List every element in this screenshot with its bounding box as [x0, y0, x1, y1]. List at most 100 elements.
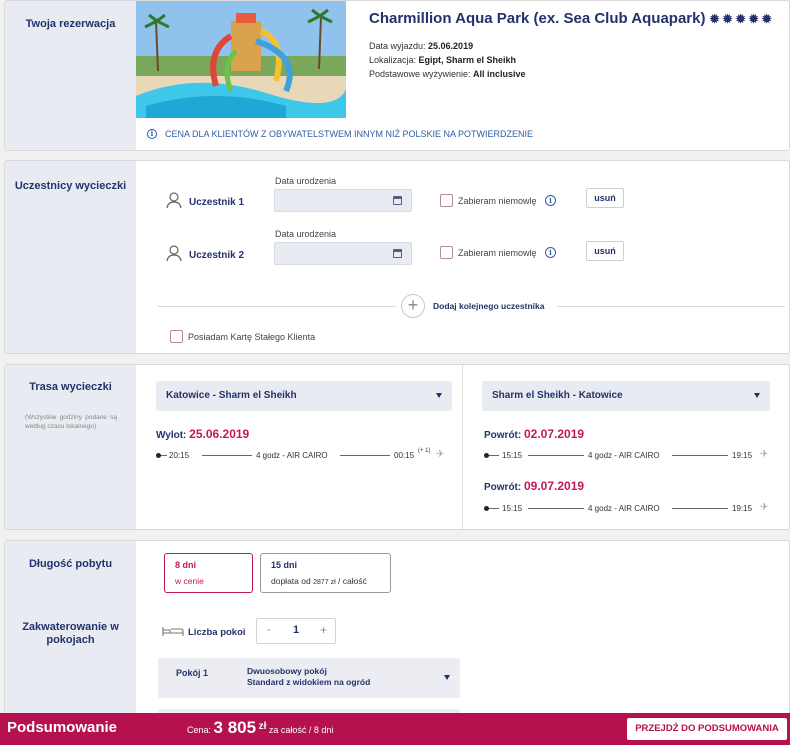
route-side-title: Trasa wycieczki	[29, 381, 112, 393]
reservation-section: Twoja rezerwacja Charmillion Aqua Park (…	[4, 0, 790, 151]
stay-option-15-title: 15 dni	[271, 560, 298, 570]
summary-price: Cena: 3 805 zł za całość / 8 dni	[187, 718, 334, 737]
return-flight-1-timeline[interactable]: 15:15 4 godz - AIR CAIRO 19:15 ✈	[484, 449, 784, 461]
location: Lokalizacja: Egipt, Sharm el Sheikh	[369, 55, 517, 65]
plane-icon: ✈	[760, 449, 769, 460]
rooms-increment-button[interactable]: +	[320, 623, 327, 637]
participant-2-dob-label: Data urodzenia	[275, 229, 337, 239]
stay-side-title: Długość pobytu	[28, 558, 113, 570]
info-icon[interactable]: i	[147, 129, 157, 139]
outbound-arrive-suffix: (+ 1)	[418, 448, 431, 454]
return-pane: Sharm el Sheikh - Katowice Powrót: 02.07…	[464, 365, 789, 529]
hotel-stars: ✹✹✹✹✹	[709, 12, 774, 26]
info-icon[interactable]: i	[545, 195, 556, 206]
bed-icon	[162, 627, 184, 636]
return-flight-2-arrive: 19:15	[732, 504, 753, 513]
outbound-depart-time: 20:15	[169, 451, 190, 460]
participant-1-infant-label[interactable]: Zabieram niemowlę	[458, 196, 537, 206]
rooms-count-value: 1	[293, 624, 300, 636]
stay-sidebar: Długość pobytu Zakwaterowanie w pokojach	[5, 541, 136, 719]
outbound-arrive-time: 00:15	[394, 451, 415, 460]
participant-2-remove-button[interactable]: usuń	[586, 241, 624, 261]
return-route-select[interactable]: Sharm el Sheikh - Katowice	[482, 381, 770, 411]
participants-sidebar: Uczestnicy wycieczki	[5, 161, 136, 353]
stay-option-15-subtitle: dopłata od 2877 zł / całość	[271, 576, 367, 586]
sun-icon: ✹	[761, 12, 775, 26]
return-flight-1-arrive: 19:15	[732, 451, 753, 460]
participant-1-dob-label: Data urodzenia	[275, 176, 337, 186]
participant-1-infant-checkbox[interactable]	[440, 194, 453, 207]
divider	[557, 306, 785, 307]
outbound-route-value: Katowice - Sharm el Sheikh	[166, 390, 297, 401]
outbound-flight-info: 4 godz - AIR CAIRO	[256, 451, 328, 460]
stay-option-8-subtitle: w cenie	[175, 576, 204, 586]
plane-icon: ✈	[760, 502, 769, 513]
rooms-decrement-button[interactable]: -	[267, 624, 271, 636]
participants-section: Uczestnicy wycieczki Uczestnik 1 Data ur…	[4, 160, 790, 354]
stay-option-8-days[interactable]: 8 dni w cenie	[164, 553, 253, 593]
return-flight-2-label[interactable]: Powrót: 09.07.2019	[484, 479, 584, 493]
hotel-photo[interactable]	[136, 1, 346, 118]
outbound-flight-label: Wylot: 25.06.2019	[156, 427, 250, 441]
return-flight-2-depart: 15:15	[502, 504, 523, 513]
summary-price-amount: 3 805	[213, 718, 257, 737]
rooms-count-label: Liczba pokoi	[188, 627, 246, 638]
return-flight-2-info: 4 godz - AIR CAIRO	[588, 504, 660, 513]
stay-section: Długość pobytu Zakwaterowanie w pokojach…	[4, 540, 790, 720]
summary-bar: Podsumowanie Cena: 3 805 zł za całość / …	[0, 713, 790, 745]
citizenship-notice: i CENA DLA KLIENTÓW Z OBYWATELSTWEM INNY…	[147, 129, 533, 139]
add-participant-plus-icon[interactable]: +	[401, 294, 425, 318]
sun-icon: ✹	[748, 12, 762, 26]
return-route-value: Sharm el Sheikh - Katowice	[492, 390, 623, 401]
dropdown-arrow-icon	[436, 393, 442, 398]
loyalty-card-checkbox[interactable]	[170, 330, 183, 343]
info-icon[interactable]: i	[545, 247, 556, 258]
reservation-side-title: Twoja rezerwacja	[25, 18, 116, 30]
hotel-name-text: Charmillion Aqua Park (ex. Sea Club Aqua…	[369, 10, 706, 27]
participant-1-remove-button[interactable]: usuń	[586, 188, 624, 208]
route-sidebar: Trasa wycieczki (Wszystkie godziny podan…	[5, 365, 136, 529]
rooms-count-stepper[interactable]: - 1 +	[256, 618, 336, 644]
participant-2-label: Uczestnik 2	[189, 250, 245, 261]
participants-side-title: Uczestnicy wycieczki	[14, 180, 127, 192]
sun-icon: ✹	[709, 12, 723, 26]
outbound-timeline[interactable]: 20:15 4 godz - AIR CAIRO 00:15 (+ 1) ✈	[156, 448, 456, 461]
return-flight-1-depart: 15:15	[502, 451, 523, 460]
participant-2-infant-label[interactable]: Zabieram niemowlę	[458, 248, 537, 258]
route-section: Trasa wycieczki (Wszystkie godziny podan…	[4, 364, 790, 530]
hotel-name[interactable]: Charmillion Aqua Park (ex. Sea Club Aqua…	[369, 10, 775, 27]
outbound-route-select[interactable]: Katowice - Sharm el Sheikh	[156, 381, 452, 411]
dropdown-arrow-icon	[444, 675, 450, 680]
add-participant-button[interactable]: Dodaj kolejnego uczestnika	[433, 301, 544, 311]
loyalty-card-label[interactable]: Posiadam Kartę Stałego Klienta	[188, 332, 315, 342]
departure-date: Data wyjazdu: 25.06.2019	[369, 41, 474, 51]
citizenship-notice-text: CENA DLA KLIENTÓW Z OBYWATELSTWEM INNYM …	[165, 129, 534, 139]
calendar-icon[interactable]	[393, 249, 402, 258]
booking-page: Twoja rezerwacja Charmillion Aqua Park (…	[0, 0, 790, 745]
participant-1-dob-input[interactable]	[274, 189, 412, 212]
participant-2-dob-input[interactable]	[274, 242, 412, 265]
reservation-sidebar: Twoja rezerwacja	[5, 1, 136, 150]
stay-option-8-title: 8 dni	[175, 560, 197, 570]
return-flight-1-label[interactable]: Powrót: 02.07.2019	[484, 427, 584, 441]
room-1-type-line2: Standard z widokiem na ogród	[247, 677, 371, 687]
person-icon	[166, 245, 182, 262]
stay-option-15-days[interactable]: 15 dni dopłata od 2877 zł / całość	[260, 553, 391, 593]
calendar-icon[interactable]	[393, 196, 402, 205]
return-flight-2-timeline[interactable]: 15:15 4 godz - AIR CAIRO 19:15 ✈	[484, 502, 784, 514]
return-flight-1-info: 4 godz - AIR CAIRO	[588, 451, 660, 460]
rooms-side-title: Zakwaterowanie w pokojach	[22, 621, 119, 646]
dropdown-arrow-icon	[754, 393, 760, 398]
room-1-type-select[interactable]: Pokój 1 Dwuosobowy pokój Standard z wido…	[158, 658, 460, 698]
board-type: Podstawowe wyżywienie: All inclusive	[369, 69, 526, 79]
go-to-summary-button[interactable]: PRZEJDŹ DO PODSUMOWANIA	[627, 718, 787, 740]
route-time-note: (Wszystkie godziny podane są według czas…	[25, 414, 117, 430]
participant-2-infant-checkbox[interactable]	[440, 246, 453, 259]
plane-icon: ✈	[436, 449, 445, 460]
room-1-label: Pokój 1	[176, 668, 209, 678]
room-1-type-line1: Dwuosobowy pokój	[247, 666, 327, 676]
divider	[158, 306, 396, 307]
outbound-pane: Katowice - Sharm el Sheikh Wylot: 25.06.…	[136, 365, 463, 529]
summary-title: Podsumowanie	[7, 719, 118, 736]
sun-icon: ✹	[722, 12, 736, 26]
